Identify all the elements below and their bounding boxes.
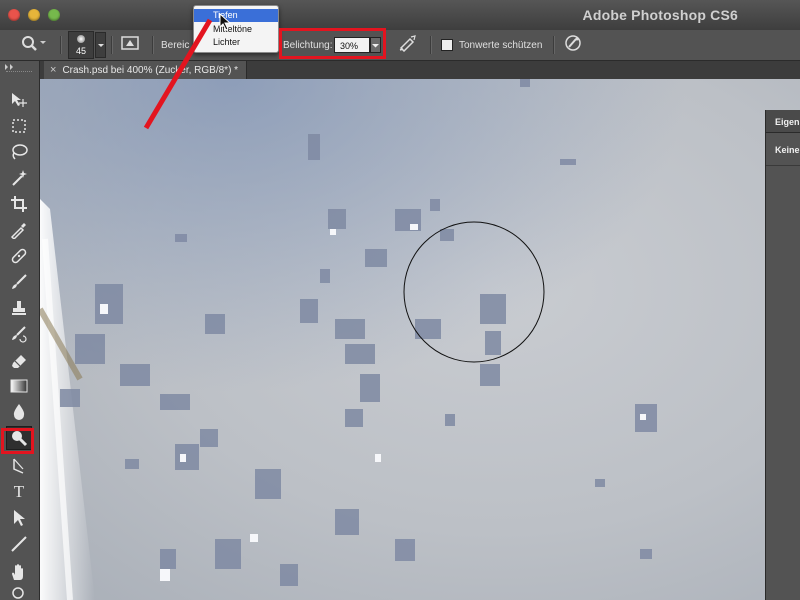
annotation-arrow bbox=[143, 18, 213, 130]
mouse-pointer-icon bbox=[219, 13, 231, 31]
